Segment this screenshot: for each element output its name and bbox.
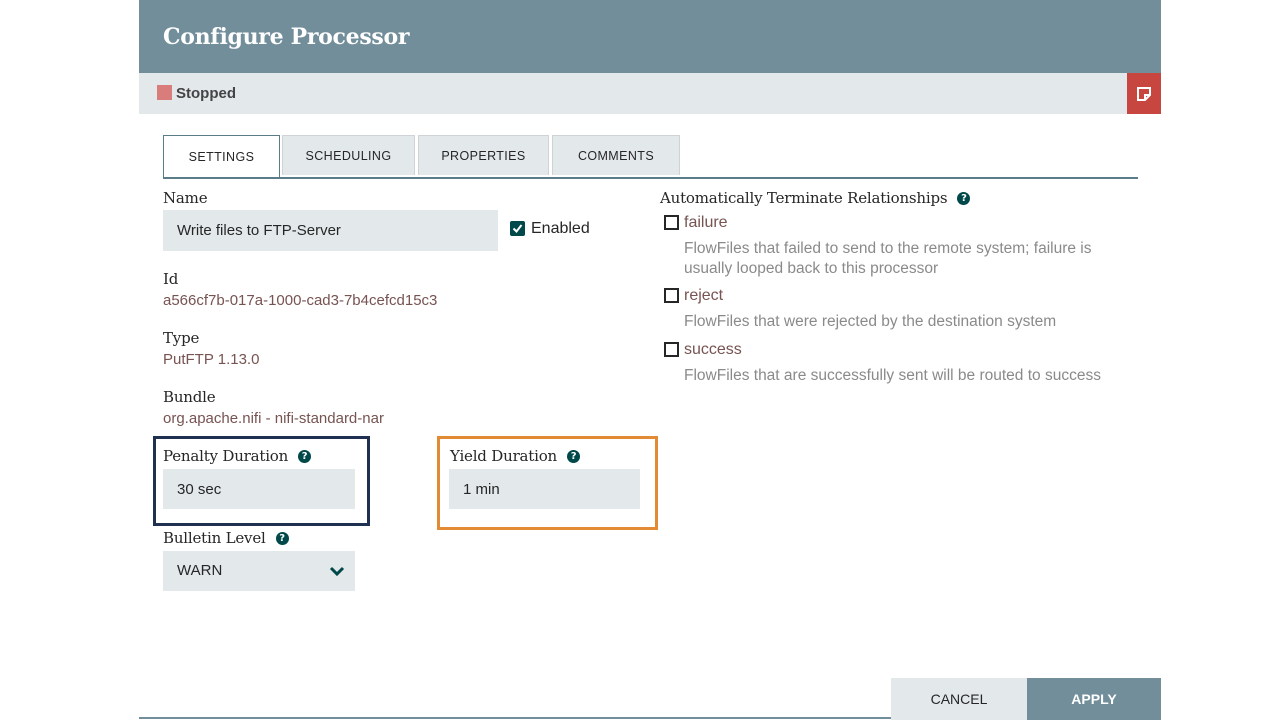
stopped-icon <box>157 85 172 100</box>
success-checkbox[interactable] <box>664 342 679 357</box>
notes-button[interactable] <box>1127 73 1161 114</box>
tab-properties[interactable]: PROPERTIES <box>418 135 549 175</box>
bulletin-level-value: WARN <box>177 562 223 579</box>
help-icon[interactable]: ? <box>957 191 971 205</box>
help-icon[interactable]: ? <box>567 449 580 463</box>
auto-terminate-label-text: Automatically Terminate Relationships <box>660 189 948 207</box>
relationship-name-reject: reject <box>684 287 724 304</box>
help-icon[interactable]: ? <box>298 449 312 463</box>
bulletin-level-label: Bulletin Level ? <box>163 529 289 547</box>
dialog-header: Configure Processor <box>139 0 1161 73</box>
relationship-name-failure: failure <box>684 214 728 231</box>
dialog-title: Configure Processor <box>163 24 410 50</box>
help-icon[interactable]: ? <box>275 531 289 545</box>
tab-bar: SETTINGS SCHEDULING PROPERTIES COMMENTS <box>163 135 1138 179</box>
name-label: Name <box>163 189 208 207</box>
bundle-value: org.apache.nifi - nifi-standard-nar <box>163 410 384 427</box>
chevron-down-icon <box>329 566 345 577</box>
failure-checkbox[interactable] <box>664 215 679 230</box>
enabled-label: Enabled <box>531 220 590 237</box>
tab-scheduling[interactable]: SCHEDULING <box>282 135 415 175</box>
relationship-desc-success: FlowFiles that are successfully sent wil… <box>684 367 1101 384</box>
apply-button[interactable]: APPLY <box>1027 678 1161 720</box>
type-value: PutFTP 1.13.0 <box>163 351 260 368</box>
sticky-note-icon <box>1137 86 1151 101</box>
status-text: Stopped <box>176 85 236 102</box>
penalty-duration-label-text: Penalty Duration <box>163 447 289 465</box>
status-bar: Stopped <box>139 73 1161 114</box>
bundle-label: Bundle <box>163 388 216 406</box>
enabled-checkbox[interactable] <box>510 221 525 236</box>
auto-terminate-label: Automatically Terminate Relationships ? <box>660 189 971 207</box>
relationship-desc-reject: FlowFiles that were rejected by the dest… <box>684 313 1057 330</box>
type-label: Type <box>163 329 200 347</box>
tab-settings[interactable]: SETTINGS <box>163 135 280 177</box>
footer-divider <box>139 717 891 719</box>
name-input[interactable] <box>163 210 498 251</box>
yield-duration-label: Yield Duration ? <box>450 447 580 465</box>
yield-duration-label-text: Yield Duration <box>450 447 557 465</box>
relationship-name-success: success <box>684 341 742 358</box>
configure-processor-dialog: Configure Processor Stopped SETTINGS SCH… <box>139 0 1161 720</box>
id-value: a566cf7b-017a-1000-cad3-7b4cefcd15c3 <box>163 292 438 309</box>
bulletin-level-select[interactable]: WARN <box>163 551 355 591</box>
tab-comments[interactable]: COMMENTS <box>552 135 680 175</box>
id-label: Id <box>163 270 179 288</box>
bulletin-level-label-text: Bulletin Level <box>163 529 266 547</box>
penalty-duration-label: Penalty Duration ? <box>163 447 312 465</box>
penalty-duration-input[interactable] <box>163 469 355 509</box>
reject-checkbox[interactable] <box>664 288 679 303</box>
yield-duration-input[interactable] <box>449 469 640 509</box>
relationship-desc-failure: FlowFiles that failed to send to the rem… <box>684 240 1092 277</box>
check-icon <box>512 224 523 234</box>
cancel-button[interactable]: CANCEL <box>891 678 1027 720</box>
